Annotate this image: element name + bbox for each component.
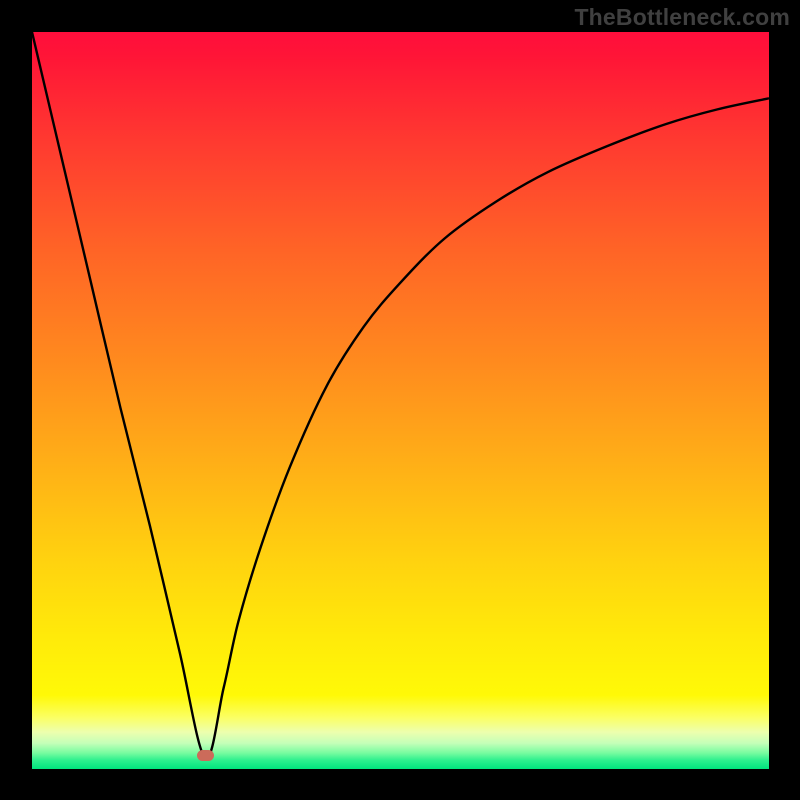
plot-area bbox=[32, 32, 769, 769]
chart-frame: TheBottleneck.com bbox=[0, 0, 800, 800]
bottleneck-curve bbox=[32, 32, 769, 758]
curve-svg bbox=[32, 32, 769, 769]
attribution-label: TheBottleneck.com bbox=[574, 4, 790, 31]
optimum-marker bbox=[197, 750, 214, 761]
